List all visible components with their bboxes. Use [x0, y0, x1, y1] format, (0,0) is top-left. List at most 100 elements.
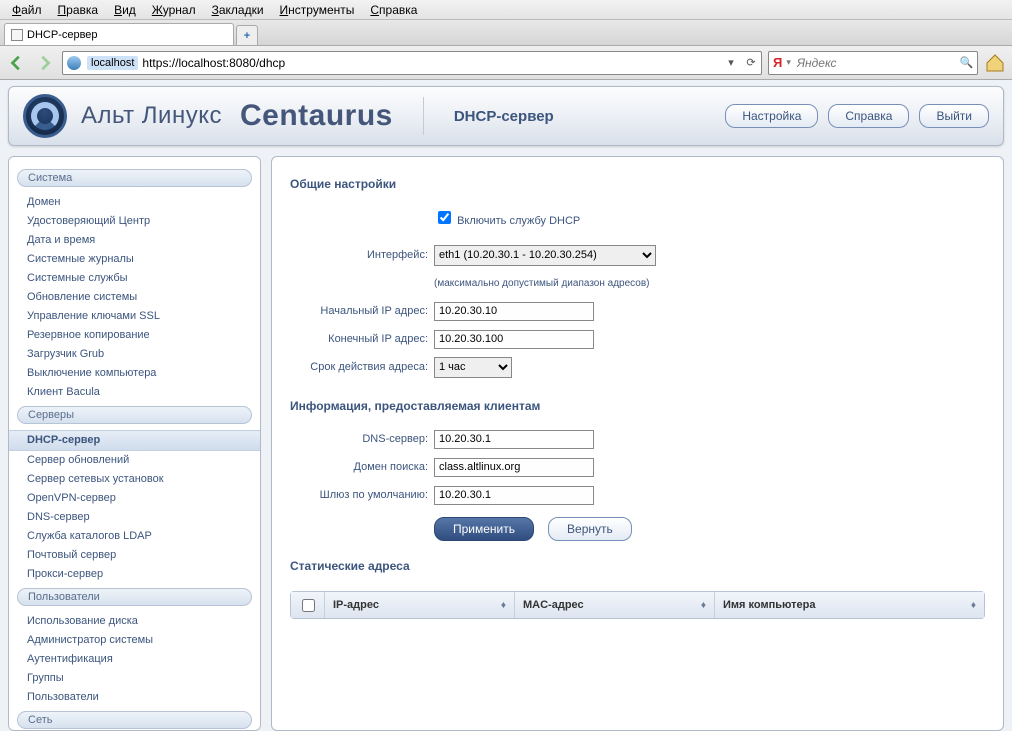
sidebar-item[interactable]: DHCP-сервер — [9, 430, 260, 451]
end-ip-input[interactable] — [434, 330, 594, 349]
header-divider — [423, 97, 424, 135]
select-all-checkbox[interactable] — [302, 599, 315, 612]
interface-label: Интерфейс: — [290, 249, 434, 261]
col-mac[interactable]: MAC-адрес♦ — [515, 592, 715, 618]
globe-icon — [67, 56, 81, 70]
sidebar-item[interactable]: Служба каталогов LDAP — [9, 527, 260, 546]
revert-button[interactable]: Вернуть — [548, 517, 632, 541]
range-note: (максимально допустимый диапазон адресов… — [434, 278, 650, 289]
sidebar-item[interactable]: Дата и время — [9, 231, 260, 250]
col-checkbox[interactable] — [291, 592, 325, 618]
apply-button[interactable]: Применить — [434, 517, 534, 541]
gateway-input[interactable] — [434, 486, 594, 505]
menu-file[interactable]: Файл — [6, 2, 48, 18]
sidebar: СистемаДоменУдостоверяющий ЦентрДата и в… — [8, 156, 261, 731]
new-tab-button[interactable]: + — [236, 25, 258, 45]
sidebar-item[interactable]: Использование диска — [9, 612, 260, 631]
sidebar-item[interactable]: Системные журналы — [9, 250, 260, 269]
sidebar-group-head: Сеть — [17, 711, 252, 729]
app-header: Альт Линукс Centaurus DHCP-сервер Настро… — [8, 86, 1004, 146]
sidebar-item[interactable]: Системные службы — [9, 269, 260, 288]
sort-icon: ♦ — [971, 600, 976, 611]
enable-dhcp-checkbox[interactable] — [438, 211, 451, 224]
sort-icon: ♦ — [701, 600, 706, 611]
app-content: Альт Линукс Centaurus DHCP-сервер Настро… — [0, 80, 1012, 731]
sidebar-item[interactable]: Управление ключами SSL — [9, 307, 260, 326]
sidebar-item[interactable]: Обновление системы — [9, 288, 260, 307]
sidebar-item[interactable]: Группы — [9, 669, 260, 688]
sidebar-item[interactable]: DNS-сервер — [9, 508, 260, 527]
sidebar-item[interactable]: Сервер сетевых установок — [9, 470, 260, 489]
sidebar-item[interactable]: Выключение компьютера — [9, 364, 260, 383]
tabbar: DHCP-сервер + — [0, 20, 1012, 46]
url-input[interactable] — [140, 53, 721, 73]
end-ip-label: Конечный IP адрес: — [290, 333, 434, 345]
sidebar-item[interactable]: Администратор системы — [9, 631, 260, 650]
reload-icon[interactable]: ⟳ — [741, 56, 761, 69]
sidebar-item[interactable]: Прокси-сервер — [9, 565, 260, 584]
dns-label: DNS-сервер: — [290, 433, 434, 445]
back-button[interactable] — [6, 52, 28, 74]
table-header: IP-адрес♦ MAC-адрес♦ Имя компьютера♦ — [291, 592, 984, 618]
yandex-icon: Я — [773, 55, 782, 70]
home-button[interactable] — [984, 52, 1006, 74]
col-ip[interactable]: IP-адрес♦ — [325, 592, 515, 618]
app-body: СистемаДоменУдостоверяющий ЦентрДата и в… — [8, 156, 1004, 731]
sidebar-item[interactable]: Пользователи — [9, 688, 260, 707]
enable-dhcp-row[interactable]: Включить службу DHCP — [434, 215, 580, 227]
col-host[interactable]: Имя компьютера♦ — [715, 592, 984, 618]
url-host-badge: localhost — [87, 56, 138, 70]
arrow-right-icon — [36, 54, 54, 72]
sidebar-item[interactable]: Резервное копирование — [9, 326, 260, 345]
sidebar-group-head: Серверы — [17, 406, 252, 424]
page-icon — [11, 29, 23, 41]
page-title: DHCP-сервер — [454, 108, 711, 125]
help-button[interactable]: Справка — [828, 104, 909, 128]
sidebar-item[interactable]: Удостоверяющий Центр — [9, 212, 260, 231]
browser-window: Файл Правка Вид Журнал Закладки Инструме… — [0, 0, 1012, 731]
start-ip-label: Начальный IP адрес: — [290, 305, 434, 317]
domain-label: Домен поиска: — [290, 461, 434, 473]
sidebar-item[interactable]: Загрузчик Grub — [9, 345, 260, 364]
sidebar-item[interactable]: Сервер обновлений — [9, 451, 260, 470]
main-panel: Общие настройки Включить службу DHCP Инт… — [271, 156, 1004, 731]
forward-button[interactable] — [34, 52, 56, 74]
form-actions: Применить Вернуть — [434, 517, 985, 541]
menu-bookmarks[interactable]: Закладки — [206, 2, 270, 18]
sidebar-group-head: Пользователи — [17, 588, 252, 606]
tab-active[interactable]: DHCP-сервер — [4, 23, 234, 45]
menu-edit[interactable]: Правка — [52, 2, 105, 18]
logo — [23, 94, 67, 138]
lease-label: Срок действия адреса: — [290, 361, 434, 373]
search-input[interactable] — [795, 55, 956, 71]
navbar: localhost ▾ ⟳ Я ▾ 🔍 — [0, 46, 1012, 80]
url-dropdown-icon[interactable]: ▾ — [721, 56, 741, 69]
menu-history[interactable]: Журнал — [146, 2, 202, 18]
dns-input[interactable] — [434, 430, 594, 449]
menu-help[interactable]: Справка — [364, 2, 423, 18]
section-static: Статические адреса — [290, 559, 985, 573]
config-button[interactable]: Настройка — [725, 104, 818, 128]
sidebar-item[interactable]: OpenVPN-сервер — [9, 489, 260, 508]
logout-button[interactable]: Выйти — [919, 104, 989, 128]
lease-select[interactable]: 1 час — [434, 357, 512, 378]
section-general: Общие настройки — [290, 177, 985, 191]
menu-tools[interactable]: Инструменты — [274, 2, 361, 18]
sidebar-item[interactable]: Аутентификация — [9, 650, 260, 669]
domain-input[interactable] — [434, 458, 594, 477]
static-table: IP-адрес♦ MAC-адрес♦ Имя компьютера♦ — [290, 591, 985, 619]
sort-icon: ♦ — [501, 600, 506, 611]
section-client: Информация, предоставляемая клиентам — [290, 399, 985, 413]
search-bar[interactable]: Я ▾ 🔍 — [768, 51, 978, 75]
menu-view[interactable]: Вид — [108, 2, 142, 18]
sidebar-item[interactable]: Почтовый сервер — [9, 546, 260, 565]
chevron-down-icon[interactable]: ▾ — [786, 57, 791, 68]
sidebar-item[interactable]: Домен — [9, 193, 260, 212]
sidebar-item[interactable]: Клиент Bacula — [9, 383, 260, 402]
url-bar[interactable]: localhost ▾ ⟳ — [62, 51, 762, 75]
interface-select[interactable]: eth1 (10.20.30.1 - 10.20.30.254) — [434, 245, 656, 266]
menubar: Файл Правка Вид Журнал Закладки Инструме… — [0, 0, 1012, 20]
magnifier-icon[interactable]: 🔍 — [960, 56, 974, 69]
start-ip-input[interactable] — [434, 302, 594, 321]
header-buttons: Настройка Справка Выйти — [725, 104, 989, 128]
